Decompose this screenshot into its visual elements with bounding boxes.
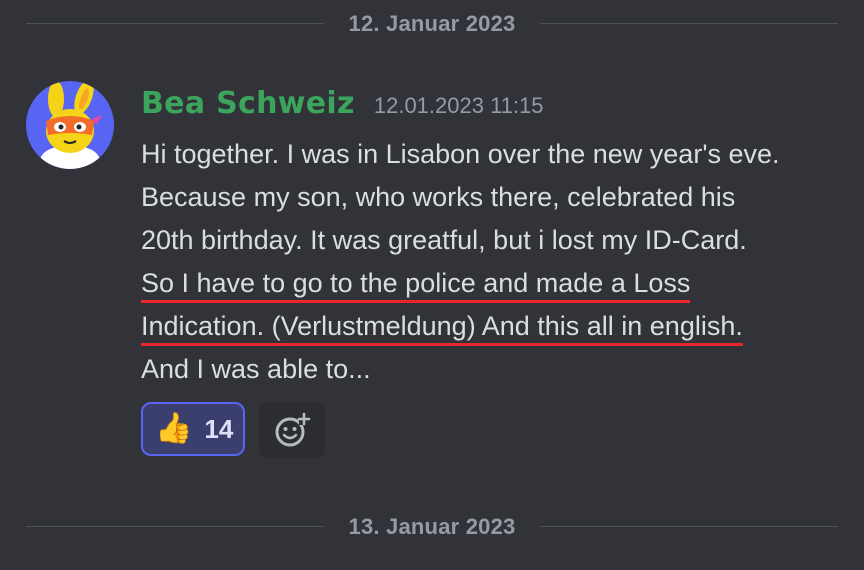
message-line: Because my son, who works there, celebra…	[141, 176, 841, 219]
underlined-text: So I have to go to the police and made a…	[141, 268, 691, 303]
date-divider: 13. Januar 2023	[26, 512, 838, 542]
message-line-text: Hi together. I was in Lisabon over the n…	[141, 139, 780, 169]
message-timestamp[interactable]: 12.01.2023 11:15	[374, 93, 544, 119]
message-header: Bea Schweiz 12.01.2023 11:15	[141, 86, 544, 126]
date-divider: 12. Januar 2023	[26, 9, 838, 39]
avatar[interactable]	[26, 81, 114, 169]
username[interactable]: Bea Schweiz	[141, 86, 355, 121]
bunny-avatar-icon	[26, 81, 114, 169]
add-reaction-button[interactable]	[259, 402, 325, 458]
divider-date: 12. Januar 2023	[348, 11, 516, 36]
divider-line-left	[26, 23, 324, 24]
chat-page: 12. Januar 2023 Bea Schweiz 12.01.2023 1…	[0, 0, 864, 570]
message-line-text: And I was able to...	[141, 354, 371, 384]
reaction-count: 14	[204, 413, 234, 444]
message-line-underlined: Indication. (Verlustmeldung) And this al…	[141, 305, 841, 348]
divider-date: 13. Januar 2023	[348, 514, 516, 539]
underlined-text: Indication. (Verlustmeldung) And this al…	[141, 311, 743, 346]
message-line-text: Because my son, who works there, celebra…	[141, 182, 736, 212]
reaction-thumbs-up[interactable]: 👍 14	[141, 402, 245, 456]
message-body: Hi together. I was in Lisabon over the n…	[141, 133, 841, 391]
thumbs-up-icon: 👍	[155, 411, 193, 446]
message-line-underlined: So I have to go to the police and made a…	[141, 262, 841, 305]
message-line: And I was able to...	[141, 348, 841, 391]
add-reaction-smiley-icon	[275, 412, 311, 447]
message-line: Hi together. I was in Lisabon over the n…	[141, 133, 841, 176]
divider-line-right	[540, 526, 838, 527]
message-line-text: 20th birthday. It was greatful, but i lo…	[141, 225, 747, 255]
divider-line-right	[540, 23, 838, 24]
message-line: 20th birthday. It was greatful, but i lo…	[141, 219, 841, 262]
divider-line-left	[26, 526, 324, 527]
